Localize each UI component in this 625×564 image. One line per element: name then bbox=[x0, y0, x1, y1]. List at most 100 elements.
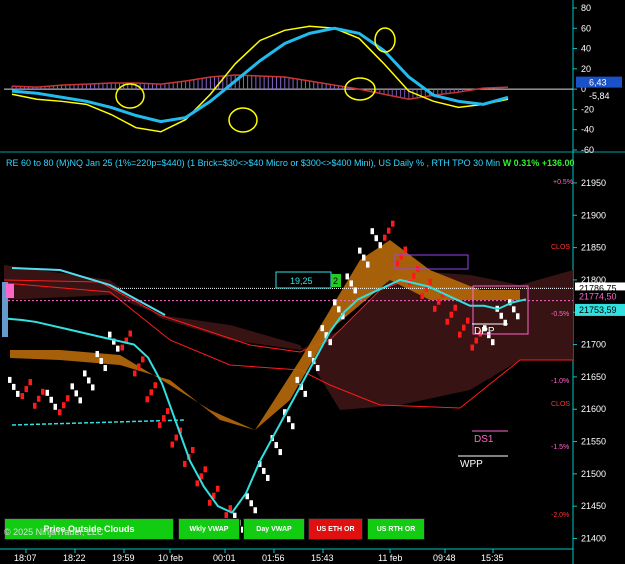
x-tick-label: 18:22 bbox=[63, 553, 86, 563]
level-annotation: CLOS bbox=[551, 401, 570, 408]
osc-tick-label: 20 bbox=[581, 64, 591, 74]
renko-brick bbox=[295, 376, 299, 383]
level-annotation: CLOS bbox=[551, 244, 570, 251]
level-annotation: -1.5% bbox=[551, 444, 569, 451]
weekly-vwap-button[interactable]: Wkly VWAP bbox=[178, 518, 240, 540]
renko-brick bbox=[303, 390, 307, 397]
osc-tick-label: -60 bbox=[581, 145, 594, 155]
signal-circle bbox=[115, 83, 145, 109]
header-right-value: W 0.31% +136.00 bbox=[502, 158, 575, 168]
x-tick-label: 01:56 bbox=[262, 553, 285, 563]
renko-brick bbox=[345, 273, 349, 280]
renko-brick bbox=[95, 351, 99, 358]
renko-brick bbox=[166, 408, 170, 415]
renko-brick bbox=[33, 402, 37, 409]
us-eth-or-button[interactable]: US ETH OR bbox=[308, 518, 363, 540]
price-tick-label: 21700 bbox=[581, 340, 606, 350]
renko-brick bbox=[174, 434, 178, 441]
renko-brick bbox=[216, 485, 220, 492]
renko-brick bbox=[16, 390, 20, 397]
price-tick-label: 21500 bbox=[581, 469, 606, 479]
renko-brick bbox=[208, 499, 212, 506]
renko-brick bbox=[362, 254, 366, 261]
renko-brick bbox=[420, 292, 424, 299]
renko-brick bbox=[137, 363, 141, 370]
price-tick-label: 21600 bbox=[581, 404, 606, 414]
renko-brick bbox=[53, 403, 57, 410]
signal-circle bbox=[374, 27, 396, 53]
price-tick-label: 21550 bbox=[581, 437, 606, 447]
chart-title: RE 60 to 80 (M)NQ Jan 25 (1%=220p=$440) … bbox=[6, 158, 575, 168]
chart-root: 80 60 40 20 0 -20 -40 -60 6,43 -5,84 19,25 2 +0.5% CL… bbox=[0, 0, 625, 564]
renko-brick bbox=[316, 365, 320, 372]
renko-brick bbox=[108, 331, 112, 338]
renko-brick bbox=[366, 261, 370, 268]
renko-brick bbox=[512, 306, 516, 313]
renko-brick bbox=[470, 344, 474, 351]
osc-tick-label: 60 bbox=[581, 23, 591, 33]
volume-profile-highlight bbox=[6, 284, 14, 298]
renko-brick bbox=[162, 415, 166, 422]
osc-tick-label: 40 bbox=[581, 44, 591, 54]
title-text: RE 60 to 80 (M)NQ Jan 25 (1%=220p=$440) … bbox=[6, 158, 501, 168]
renko-brick bbox=[262, 467, 266, 474]
renko-brick bbox=[499, 312, 503, 319]
dpp-label: DPP bbox=[474, 326, 495, 337]
level-annotation: +0.5% bbox=[553, 179, 573, 186]
renko-brick bbox=[141, 356, 145, 363]
signal-circle bbox=[228, 107, 258, 133]
price-tick-label: 21450 bbox=[581, 501, 606, 511]
renko-brick bbox=[78, 397, 82, 404]
price-label: 21753,59 bbox=[579, 305, 617, 315]
renko-brick bbox=[24, 386, 28, 393]
renko-brick bbox=[308, 351, 312, 358]
renko-brick bbox=[153, 382, 157, 389]
slow-line bbox=[11, 26, 509, 124]
renko-brick bbox=[353, 287, 357, 294]
renko-brick bbox=[120, 344, 124, 351]
renko-brick bbox=[191, 446, 195, 453]
renko-brick bbox=[83, 370, 87, 377]
renko-brick bbox=[74, 390, 78, 397]
osc-value-label: -5,84 bbox=[589, 91, 610, 101]
renko-brick bbox=[287, 416, 291, 423]
renko-brick bbox=[399, 253, 403, 260]
renko-brick bbox=[66, 395, 70, 402]
measure-label: 19,25 bbox=[290, 276, 313, 286]
renko-brick bbox=[149, 389, 153, 396]
renko-brick bbox=[274, 442, 278, 449]
renko-brick bbox=[453, 304, 457, 311]
price-tick-label: 21950 bbox=[581, 178, 606, 188]
renko-brick bbox=[20, 393, 24, 400]
renko-brick bbox=[203, 466, 207, 473]
renko-brick bbox=[383, 234, 387, 241]
renko-brick bbox=[291, 423, 295, 430]
renko-brick bbox=[266, 474, 270, 481]
renko-brick bbox=[449, 311, 453, 318]
renko-brick bbox=[320, 325, 324, 332]
renko-brick bbox=[337, 306, 341, 313]
renko-brick bbox=[474, 337, 478, 344]
renko-brick bbox=[403, 246, 407, 253]
renko-brick bbox=[8, 376, 12, 383]
day-vwap-button[interactable]: Day VWAP bbox=[243, 518, 305, 540]
renko-brick bbox=[445, 318, 449, 325]
wpp-label: WPP bbox=[460, 459, 483, 470]
renko-brick bbox=[412, 272, 416, 279]
renko-brick bbox=[183, 460, 187, 467]
renko-brick bbox=[370, 228, 374, 235]
renko-brick bbox=[249, 500, 253, 507]
copyright-text: © 2025 NinjaTrader, LLC bbox=[4, 527, 104, 537]
osc-tick-label: -40 bbox=[581, 125, 594, 135]
x-tick-label: 09:48 bbox=[433, 553, 456, 563]
count-badge-label: 2 bbox=[333, 276, 338, 286]
us-rth-or-button[interactable]: US RTH OR bbox=[367, 518, 425, 540]
renko-brick bbox=[516, 313, 520, 320]
renko-brick bbox=[503, 319, 507, 326]
chart-canvas[interactable]: 806040200-20-40-606,43-5,8419,25 2+0.5%CL… bbox=[0, 0, 625, 564]
x-tick-label: 11 feb bbox=[378, 553, 402, 563]
renko-brick bbox=[12, 383, 16, 390]
renko-brick bbox=[99, 358, 103, 365]
renko-brick bbox=[103, 365, 107, 372]
renko-brick bbox=[128, 330, 132, 337]
